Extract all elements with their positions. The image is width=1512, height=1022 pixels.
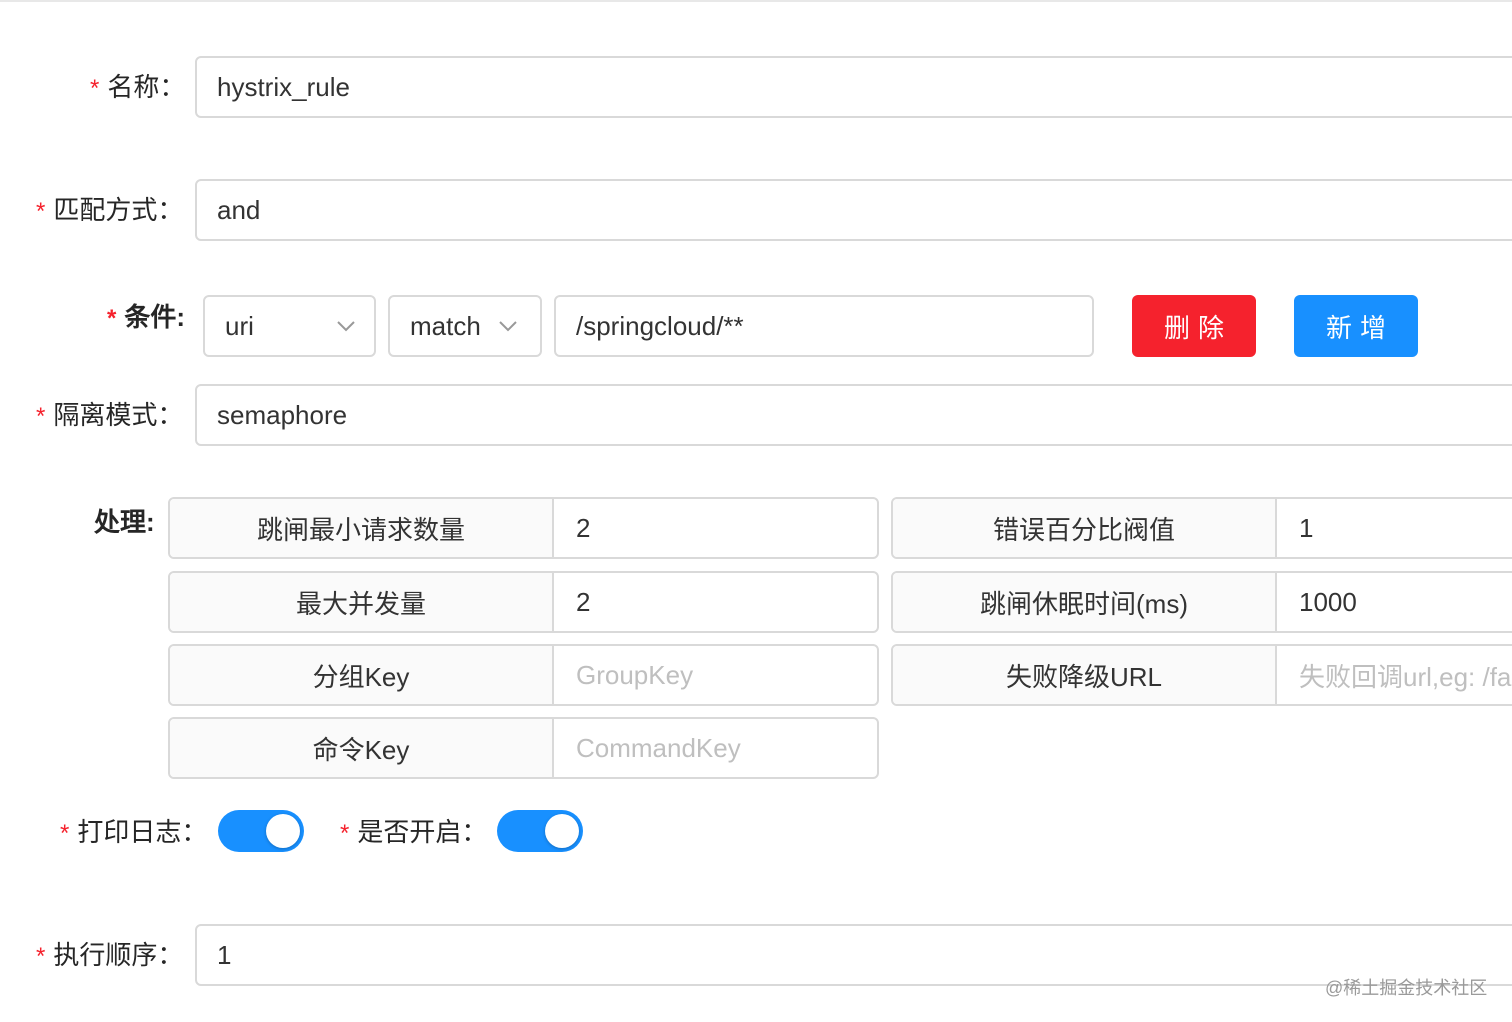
min-request-input[interactable]: 2	[554, 499, 877, 557]
sort-label: * 执行顺序：	[36, 938, 183, 974]
delete-button-label: 删除	[1163, 312, 1232, 343]
required-mark: *	[340, 820, 350, 847]
min-request-addon: 跳闸最小请求数量	[170, 499, 554, 557]
required-mark: *	[90, 75, 100, 102]
required-mark: *	[107, 305, 117, 332]
log-toggle[interactable]	[218, 810, 304, 852]
log-label: * 打印日志：	[60, 815, 207, 851]
top-divider	[0, 0, 1512, 2]
match-mode-select[interactable]: and	[195, 179, 1512, 241]
condition-operator-select[interactable]: match	[388, 295, 542, 357]
name-input-value: hystrix_rule	[217, 71, 350, 102]
watermark: @稀土掘金技术社区	[1325, 978, 1488, 998]
chevron-down-icon	[337, 321, 355, 332]
sort-label-text: 执行顺序：	[53, 940, 184, 970]
log-label-text: 打印日志：	[77, 817, 208, 847]
match-mode-value: and	[217, 194, 261, 225]
sort-input[interactable]: 1	[195, 924, 1512, 986]
required-mark: *	[36, 943, 46, 970]
handle-label: 处理:	[94, 505, 155, 539]
handle-label-text: 处理:	[94, 507, 155, 537]
condition-label-text: 条件:	[124, 302, 186, 332]
condition-label: * 条件:	[107, 300, 185, 336]
fallback-url-input[interactable]: 失败回调url,eg: /fa	[1277, 646, 1512, 704]
toggle-knob	[266, 814, 300, 848]
chevron-down-icon	[499, 321, 517, 332]
isolation-value: semaphore	[217, 399, 348, 430]
required-mark: *	[36, 403, 46, 430]
sleep-window-group: 跳闸休眠时间(ms) 1000	[891, 571, 1512, 633]
min-request-group: 跳闸最小请求数量 2	[168, 497, 879, 559]
fallback-url-addon: 失败降级URL	[893, 646, 1277, 704]
enabled-label-text: 是否开启：	[357, 817, 488, 847]
error-threshold-input[interactable]: 1	[1277, 499, 1512, 557]
match-mode-label-text: 匹配方式：	[53, 195, 184, 225]
condition-value-input[interactable]: /springcloud/**	[554, 295, 1094, 357]
delete-condition-button[interactable]: 删除	[1132, 295, 1256, 357]
name-label: * 名称：	[90, 70, 185, 106]
match-mode-label: * 匹配方式：	[36, 193, 183, 229]
group-key-addon: 分组Key	[170, 646, 554, 704]
sleep-window-addon: 跳闸休眠时间(ms)	[893, 573, 1277, 631]
toggle-knob	[545, 814, 579, 848]
enabled-toggle[interactable]	[497, 810, 583, 852]
isolation-select[interactable]: semaphore	[195, 384, 1512, 446]
group-key-group: 分组Key GroupKey	[168, 644, 879, 706]
command-key-group: 命令Key CommandKey	[168, 717, 879, 779]
isolation-label: * 隔离模式：	[36, 398, 183, 434]
operator-value: match	[410, 310, 481, 341]
error-threshold-group: 错误百分比阀值 1	[891, 497, 1512, 559]
add-button-label: 新增	[1325, 312, 1394, 343]
command-key-addon: 命令Key	[170, 719, 554, 777]
error-threshold-addon: 错误百分比阀值	[893, 499, 1277, 557]
name-label-text: 名称：	[107, 72, 186, 102]
enabled-label: * 是否开启：	[340, 815, 487, 851]
group-key-input[interactable]: GroupKey	[554, 646, 877, 704]
command-key-input[interactable]: CommandKey	[554, 719, 877, 777]
max-concurrent-group: 最大并发量 2	[168, 571, 879, 633]
required-mark: *	[36, 198, 46, 225]
sleep-window-input[interactable]: 1000	[1277, 573, 1512, 631]
add-condition-button[interactable]: 新增	[1294, 295, 1418, 357]
fallback-url-group: 失败降级URL 失败回调url,eg: /fa	[891, 644, 1512, 706]
condition-value: /springcloud/**	[576, 310, 744, 341]
max-concurrent-addon: 最大并发量	[170, 573, 554, 631]
param-type-value: uri	[225, 310, 254, 341]
isolation-label-text: 隔离模式：	[53, 400, 184, 430]
max-concurrent-input[interactable]: 2	[554, 573, 877, 631]
sort-value: 1	[217, 939, 232, 970]
name-input[interactable]: hystrix_rule	[195, 56, 1512, 118]
required-mark: *	[60, 820, 70, 847]
condition-param-type-select[interactable]: uri	[203, 295, 376, 357]
